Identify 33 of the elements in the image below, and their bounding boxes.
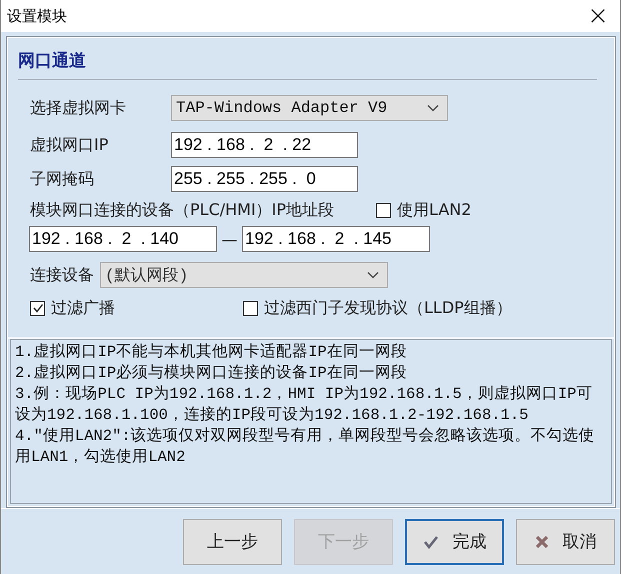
- ip-field[interactable]: 192 . 168 . 2 . 140: [29, 226, 217, 252]
- dialog-button[interactable]: 完成: [405, 518, 504, 564]
- dialog-button[interactable]: 取消: [516, 518, 615, 564]
- checkbox-label: 过滤广播: [51, 298, 115, 318]
- window-title: 设置模块: [7, 6, 67, 26]
- ip-field[interactable]: 255 . 255 . 255 . 0: [171, 166, 358, 192]
- section-title: 网口通道: [18, 50, 87, 73]
- range-separator: —: [220, 230, 238, 248]
- note-text: 2.虚拟网口IP必须与模块网口连接的设备IP在同一网段: [15, 363, 408, 384]
- dialog-button[interactable]: 上一步: [183, 518, 282, 564]
- check-icon: [422, 534, 438, 548]
- cross-icon: [534, 534, 548, 548]
- chevron-down-icon: [367, 271, 379, 279]
- chevron-down-icon: [427, 104, 439, 112]
- ip-field[interactable]: 192 . 168 . 2 . 145: [242, 226, 430, 252]
- note-text: 4."使用LAN2":该选项仅对双网段型号有用，单网段型号会忽略该选项。不勾选使用LAN1，勾选使用LAN2: [15, 426, 596, 468]
- field-label: 子网掩码: [29, 168, 95, 190]
- checkbox-label: 过滤西门子发现协议（LLDP组播）: [264, 298, 512, 318]
- note-text: 1.虚拟网口IP不能与本机其他网卡适配器IP在同一网段: [15, 342, 408, 363]
- note-text: 3.例：现场PLC IP为192.168.1.2，HMI IP为192.168.1.5，则虚拟网口IP可设为192.168.1.100，连接的IP段可设为192.168.1.2-192.168.1.5: [15, 384, 594, 426]
- ip-field[interactable]: 192 . 168 . 2 . 22: [171, 132, 358, 158]
- field-label: 虚拟网口IP: [29, 134, 110, 156]
- checkbox[interactable]: [243, 300, 258, 316]
- field-label: 模块网口连接的设备（PLC/HMI）IP地址段: [29, 200, 334, 220]
- dropdown[interactable]: TAP-Windows Adapter V9: [171, 95, 448, 121]
- dropdown[interactable]: (默认网段): [100, 262, 388, 288]
- checkbox[interactable]: [376, 202, 392, 218]
- check-icon: [32, 302, 44, 314]
- checkbox-label: 使用LAN2: [397, 200, 472, 220]
- field-label: 连接设备: [29, 264, 94, 286]
- checkbox[interactable]: [30, 300, 45, 316]
- field-label: 选择虚拟网卡: [29, 98, 127, 118]
- close-button[interactable]: ×: [576, 0, 620, 32]
